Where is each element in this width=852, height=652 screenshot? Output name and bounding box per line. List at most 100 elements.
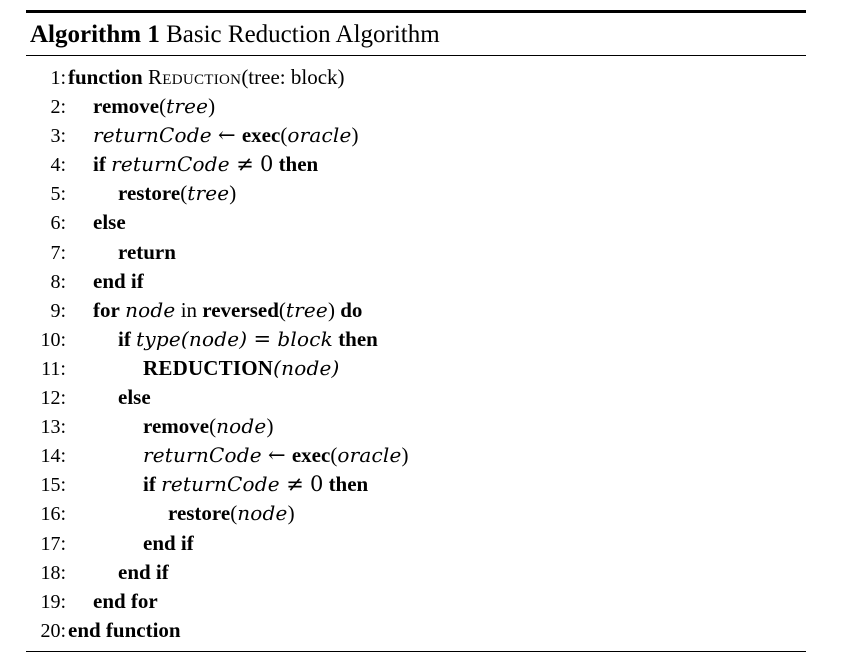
algorithm-line: 17: end if bbox=[26, 529, 806, 558]
algorithm-token-math: type bbox=[136, 326, 181, 351]
algorithm-caption-title: Basic Reduction Algorithm bbox=[166, 21, 440, 48]
algorithm-token-roman: ) bbox=[351, 123, 359, 148]
algorithm-token-kw: for bbox=[93, 297, 120, 322]
algorithm-line: 6: else bbox=[26, 208, 806, 237]
algorithm-line-code: restore(node) bbox=[68, 499, 806, 527]
algorithm-token-math: returnCode bbox=[111, 152, 230, 177]
algorithm-line-number: 18: bbox=[40, 561, 66, 584]
algorithm-token-kw: exec bbox=[241, 123, 281, 148]
algorithm-line: 15: if returnCode ≠ 0 then bbox=[26, 470, 806, 499]
algorithm-token-sc: Reduction bbox=[147, 65, 242, 89]
algorithm-token-num: 0 bbox=[309, 472, 324, 497]
algorithm-token-op: ≠ bbox=[286, 472, 304, 497]
algorithm-token-kw: remove bbox=[143, 414, 210, 439]
algorithm-token-scb: REDUCTION bbox=[143, 355, 274, 380]
algorithm-line: 14: returnCode ← exec(oracle) bbox=[26, 441, 806, 470]
algorithm-line: 8: end if bbox=[26, 267, 806, 296]
algorithm-token-math: returnCode bbox=[143, 443, 262, 468]
algorithm-token-math: node bbox=[281, 355, 332, 380]
algorithm-line-code: remove(node) bbox=[68, 412, 806, 440]
algorithm-token-math: node bbox=[216, 414, 267, 439]
algorithm-line-code: remove(tree) bbox=[68, 92, 806, 120]
algorithm-token-kw: end function bbox=[68, 617, 181, 642]
algorithm-line: 12: else bbox=[26, 383, 806, 412]
algorithm-token-kw: end if bbox=[93, 268, 144, 293]
algorithm-line-code: for node in reversed(tree) do bbox=[68, 296, 806, 324]
algorithm-token-math: ) bbox=[331, 355, 340, 380]
algorithm-line-number: 8: bbox=[50, 270, 66, 293]
algorithm-line-number: 10: bbox=[40, 328, 66, 351]
algorithm-caption-label: Algorithm 1 bbox=[30, 21, 160, 48]
algorithm-line-code: return bbox=[68, 238, 806, 266]
algorithm-token-kw: function bbox=[68, 65, 143, 89]
algorithm-token-roman: ) bbox=[229, 181, 237, 206]
algorithm-token-math: tree bbox=[166, 94, 209, 119]
algorithm-line-number: 15: bbox=[40, 474, 66, 497]
algorithm-token-roman: ) bbox=[266, 414, 274, 439]
algorithm-line-code: end if bbox=[68, 558, 806, 586]
algorithm-line-code: end function bbox=[68, 616, 806, 644]
algorithm-line: 1: function Reduction(tree: block) bbox=[26, 63, 806, 92]
algorithm-token-op: = bbox=[253, 326, 272, 351]
algorithm-token-roman: ) bbox=[208, 94, 216, 119]
algorithm-line-code: end if bbox=[68, 267, 806, 295]
algorithm-token-op: ← bbox=[268, 443, 286, 468]
algorithm-token-kw: end if bbox=[118, 559, 169, 584]
algorithm-line: 10: if type(node) = block then bbox=[26, 325, 806, 354]
algorithm-line-number: 16: bbox=[40, 503, 66, 526]
algorithm-token-kw: if bbox=[118, 326, 131, 351]
algorithm-token-math: oracle bbox=[287, 123, 352, 148]
algorithm-line-code: else bbox=[68, 383, 806, 411]
algorithm-token-roman: ) bbox=[287, 501, 295, 526]
algorithm-line-code: if returnCode ≠ 0 then bbox=[68, 150, 806, 178]
algorithm-token-math: ( bbox=[273, 355, 282, 380]
algorithm-line-code: else bbox=[68, 208, 806, 236]
algorithm-line-code: if type(node) = block then bbox=[68, 325, 806, 353]
algorithm-line: 4: if returnCode ≠ 0 then bbox=[26, 150, 806, 179]
algorithm-line-code: REDUCTION(node) bbox=[68, 354, 806, 382]
algorithm-line: 3: returnCode ← exec(oracle) bbox=[26, 121, 806, 150]
algorithm-line: 18: end if bbox=[26, 558, 806, 587]
algorithm-token-kw: remove bbox=[93, 94, 160, 119]
algorithm-token-math: node bbox=[125, 297, 176, 322]
algorithm-line-number: 6: bbox=[50, 212, 66, 235]
algorithm-token-kw: then bbox=[328, 472, 369, 497]
algorithm-line-number: 2: bbox=[50, 96, 66, 119]
algorithm-token-kw: exec bbox=[291, 443, 331, 468]
algorithm-token-math: oracle bbox=[337, 443, 402, 468]
algorithm-token-roman: ) bbox=[401, 443, 409, 468]
algorithm-token-kw: restore bbox=[168, 501, 231, 526]
algorithm-line-number: 5: bbox=[50, 183, 66, 206]
algorithm-caption: Algorithm 1 Basic Reduction Algorithm bbox=[26, 13, 806, 55]
algorithm-float: Algorithm 1 Basic Reduction Algorithm 1:… bbox=[26, 10, 806, 652]
algorithm-token-math: node bbox=[188, 326, 240, 351]
algorithm-line-number: 1: bbox=[50, 67, 66, 89]
algorithm-line-code: restore(tree) bbox=[68, 179, 806, 207]
algorithm-token-kw: else bbox=[93, 210, 126, 235]
algorithm-line-number: 19: bbox=[40, 590, 66, 613]
algorithm-token-kw: restore bbox=[118, 181, 181, 206]
algorithm-token-kw: reversed bbox=[202, 297, 279, 322]
algorithm-line-number: 13: bbox=[40, 416, 66, 439]
algorithm-line-number: 12: bbox=[40, 387, 66, 410]
algorithm-token-kw: return bbox=[118, 239, 176, 264]
algorithm-token-math: ( bbox=[180, 326, 189, 351]
algorithm-line: 16: restore(node) bbox=[26, 499, 806, 528]
algorithm-token-kw: else bbox=[118, 385, 151, 410]
algorithm-line-code: returnCode ← exec(oracle) bbox=[68, 441, 806, 469]
algorithm-token-math: returnCode bbox=[93, 123, 212, 148]
algorithm-line-number: 14: bbox=[40, 445, 66, 468]
algorithm-token-kw: then bbox=[278, 152, 319, 177]
algorithm-line-code: end if bbox=[68, 529, 806, 557]
algorithm-token-roman: (tree: block) bbox=[241, 65, 345, 89]
algorithm-line: 19: end for bbox=[26, 587, 806, 616]
algorithm-token-num: 0 bbox=[259, 152, 274, 177]
algorithm-token-sp bbox=[247, 327, 252, 351]
algorithm-line-number: 17: bbox=[40, 532, 66, 555]
algorithm-token-op: ≠ bbox=[236, 152, 254, 177]
algorithm-line-code: returnCode ← exec(oracle) bbox=[68, 121, 806, 149]
algorithm-line-code: if returnCode ≠ 0 then bbox=[68, 470, 806, 498]
algorithm-line-number: 7: bbox=[50, 241, 66, 264]
algorithm-token-op: ← bbox=[218, 123, 236, 148]
algorithm-line-code: function Reduction(tree: block) bbox=[68, 63, 806, 91]
